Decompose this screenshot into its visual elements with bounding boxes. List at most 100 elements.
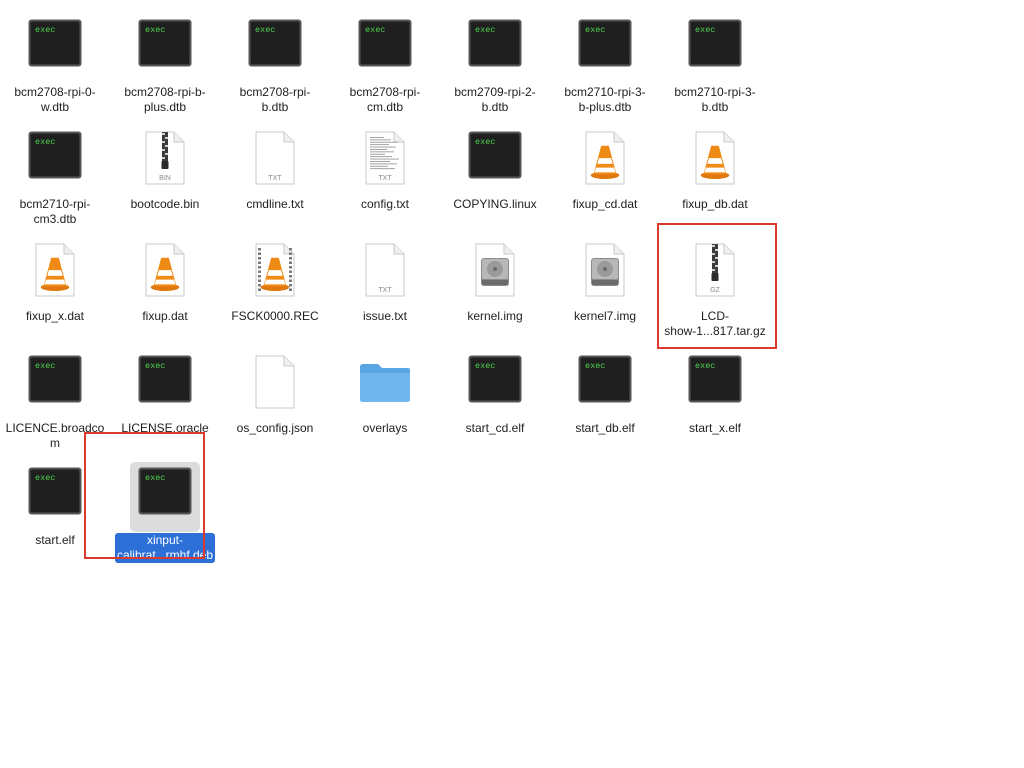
- file-name-label[interactable]: start_cd.elf: [464, 421, 527, 436]
- file-name-label[interactable]: config.txt: [359, 197, 411, 212]
- file-icon-container[interactable]: exec: [570, 350, 640, 420]
- file-name-label[interactable]: start.elf: [33, 533, 76, 548]
- file-icon-container[interactable]: [570, 238, 640, 308]
- file-name-label[interactable]: bcm2709-rpi-2- b.dtb: [452, 85, 537, 115]
- file-name-label[interactable]: start_db.elf: [573, 421, 636, 436]
- file-item[interactable]: exec bcm2708-rpi-b.dtb: [220, 8, 330, 120]
- file-item[interactable]: exec start_x.elf: [660, 344, 770, 456]
- file-item[interactable]: TXT issue.txt: [330, 232, 440, 344]
- file-item[interactable]: fixup.dat: [110, 232, 220, 344]
- file-name-label[interactable]: fixup.dat: [140, 309, 189, 324]
- file-icon-container[interactable]: exec: [20, 126, 90, 196]
- file-icon-container[interactable]: exec: [20, 14, 90, 84]
- file-item[interactable]: exec bcm2710-rpi-3- b.dtb: [660, 8, 770, 120]
- file-name-label[interactable]: bootcode.bin: [129, 197, 202, 212]
- file-name-label[interactable]: kernel7.img: [572, 309, 638, 324]
- file-item[interactable]: exec start_db.elf: [550, 344, 660, 456]
- file-icon-container[interactable]: exec: [460, 126, 530, 196]
- file-icon-container[interactable]: exec: [680, 350, 750, 420]
- file-item[interactable]: exec LICENCE.broadco m: [0, 344, 110, 456]
- file-icon-container[interactable]: [130, 238, 200, 308]
- file-name-label[interactable]: bcm2710-rpi-cm3.dtb: [18, 197, 93, 227]
- file-name-label[interactable]: LICENSE.oracle: [119, 421, 210, 436]
- file-name-label[interactable]: fixup_x.dat: [24, 309, 86, 324]
- file-name-label[interactable]: issue.txt: [361, 309, 409, 324]
- file-name-label[interactable]: bcm2710-rpi-3- b-plus.dtb: [562, 85, 647, 115]
- file-icon-container[interactable]: exec: [130, 350, 200, 420]
- file-icon-container[interactable]: GZ: [680, 238, 750, 308]
- file-item[interactable]: kernel7.img: [550, 232, 660, 344]
- file-item[interactable]: exec bcm2710-rpi-3- b-plus.dtb: [550, 8, 660, 120]
- file-item[interactable]: exec bcm2709-rpi-2- b.dtb: [440, 8, 550, 120]
- file-name-label[interactable]: overlays: [361, 421, 410, 436]
- file-icon-container[interactable]: exec: [20, 350, 90, 420]
- file-name-line: LCD-: [700, 309, 729, 323]
- file-item[interactable]: FSCK0000.REC: [220, 232, 330, 344]
- file-item[interactable]: exec LICENSE.oracle: [110, 344, 220, 456]
- file-item[interactable]: exec bcm2708-rpi-b-plus.dtb: [110, 8, 220, 120]
- file-icon-container[interactable]: exec: [130, 462, 200, 532]
- file-name-label[interactable]: COPYING.linux: [451, 197, 538, 212]
- file-name-line: fixup_cd.dat: [572, 197, 638, 211]
- file-name-line: bcm2708-rpi-0-: [14, 85, 96, 99]
- terminal-exec-icon: exec: [578, 355, 632, 409]
- file-name-label[interactable]: fixup_db.dat: [680, 197, 749, 212]
- file-icon-container[interactable]: exec: [350, 14, 420, 84]
- file-item[interactable]: kernel.img: [440, 232, 550, 344]
- file-name-label[interactable]: fixup_cd.dat: [571, 197, 640, 212]
- file-item[interactable]: BIN bootcode.bin: [110, 120, 220, 232]
- file-item[interactable]: fixup_db.dat: [660, 120, 770, 232]
- file-icon-container[interactable]: [240, 350, 310, 420]
- file-item[interactable]: os_config.json: [220, 344, 330, 456]
- file-item[interactable]: TXT config.txt: [330, 120, 440, 232]
- file-icon-container[interactable]: exec: [460, 350, 530, 420]
- file-item[interactable]: exec COPYING.linux: [440, 120, 550, 232]
- file-name-label[interactable]: xinput-calibrat...rmhf.deb: [114, 533, 216, 563]
- file-item[interactable]: TXT cmdline.txt: [220, 120, 330, 232]
- file-item[interactable]: exec xinput-calibrat...rmhf.deb: [110, 456, 220, 568]
- terminal-exec-icon: exec: [138, 19, 192, 73]
- file-name-label[interactable]: cmdline.txt: [244, 197, 305, 212]
- file-item[interactable]: exec bcm2708-rpi-cm.dtb: [330, 8, 440, 120]
- file-icon-container[interactable]: exec: [460, 14, 530, 84]
- icon-type-text: exec: [475, 137, 495, 147]
- file-icon-container[interactable]: BIN: [130, 126, 200, 196]
- file-name-label[interactable]: LICENCE.broadco m: [4, 421, 107, 451]
- file-icon-container[interactable]: TXT: [350, 126, 420, 196]
- icon-type-text: exec: [145, 473, 165, 483]
- file-name-line: b.dtb: [261, 100, 289, 114]
- file-name-label[interactable]: bcm2708-rpi-b-plus.dtb: [122, 85, 207, 115]
- file-name-label[interactable]: bcm2708-rpi-0- w.dtb: [12, 85, 97, 115]
- file-icon-container[interactable]: [680, 126, 750, 196]
- file-icon-container[interactable]: [240, 238, 310, 308]
- file-name-label[interactable]: kernel.img: [465, 309, 524, 324]
- file-name-label[interactable]: LCD-show-1...817.tar.gz: [662, 309, 767, 339]
- file-icon-container[interactable]: [460, 238, 530, 308]
- file-name-label[interactable]: bcm2710-rpi-3- b.dtb: [672, 85, 757, 115]
- file-item[interactable]: exec bcm2708-rpi-0- w.dtb: [0, 8, 110, 120]
- file-icon-container[interactable]: TXT: [240, 126, 310, 196]
- file-icon-container[interactable]: exec: [570, 14, 640, 84]
- file-icon-container[interactable]: TXT: [350, 238, 420, 308]
- file-item[interactable]: fixup_cd.dat: [550, 120, 660, 232]
- file-name-label[interactable]: bcm2708-rpi-b.dtb: [238, 85, 313, 115]
- file-name-label[interactable]: FSCK0000.REC: [229, 309, 320, 324]
- file-icon-container[interactable]: exec: [240, 14, 310, 84]
- terminal-exec-icon: exec: [138, 355, 192, 409]
- file-item[interactable]: exec start.elf: [0, 456, 110, 568]
- file-icon-container[interactable]: exec: [680, 14, 750, 84]
- file-name-label[interactable]: bcm2708-rpi-cm.dtb: [348, 85, 423, 115]
- file-item[interactable]: exec start_cd.elf: [440, 344, 550, 456]
- file-item[interactable]: exec bcm2710-rpi-cm3.dtb: [0, 120, 110, 232]
- file-icon-container[interactable]: [570, 126, 640, 196]
- file-item[interactable]: GZ LCD-show-1...817.tar.gz: [660, 232, 770, 344]
- file-item[interactable]: overlays: [330, 344, 440, 456]
- file-icon-container[interactable]: [350, 350, 420, 420]
- file-icon-container[interactable]: [20, 238, 90, 308]
- file-name-label[interactable]: start_x.elf: [687, 421, 743, 436]
- file-item[interactable]: fixup_x.dat: [0, 232, 110, 344]
- file-name-line: b-plus.dtb: [578, 100, 632, 114]
- file-icon-container[interactable]: exec: [130, 14, 200, 84]
- file-icon-container[interactable]: exec: [20, 462, 90, 532]
- file-name-label[interactable]: os_config.json: [235, 421, 316, 436]
